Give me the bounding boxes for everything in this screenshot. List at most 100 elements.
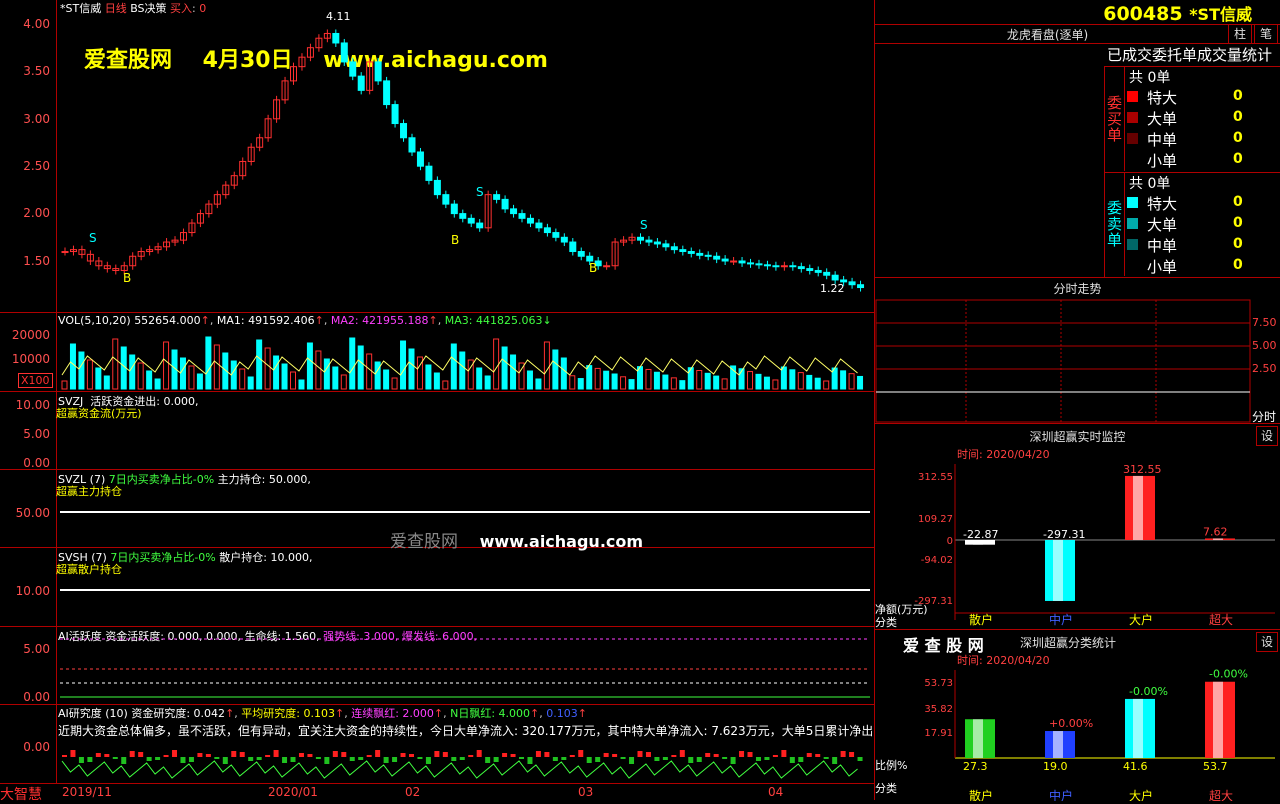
candle bbox=[391, 104, 399, 125]
research-bar bbox=[408, 754, 414, 757]
volume-bar bbox=[603, 370, 610, 390]
research-bar bbox=[155, 757, 161, 760]
bs-signal: S bbox=[476, 185, 484, 199]
volume-bar bbox=[687, 367, 694, 390]
ai-research-pane[interactable]: 0.00 AI研究度 (10) 资金研究度: 0.042↑, 平均研究度: 0.… bbox=[0, 705, 874, 784]
fenshi-tick: 2.50 bbox=[1252, 362, 1277, 375]
research-bar bbox=[78, 757, 84, 763]
candlestick-chart[interactable]: S B S B B S bbox=[0, 0, 874, 312]
research-bar bbox=[442, 752, 448, 757]
bar-change: -0.00% bbox=[1209, 668, 1248, 681]
volume-bar bbox=[696, 370, 703, 390]
lhb-header: 龙虎看盘(逐单) 柱 笔 bbox=[875, 24, 1280, 44]
research-bar bbox=[840, 751, 846, 757]
bar-mode-button[interactable]: 柱 bbox=[1228, 24, 1252, 44]
lhb-row: 中单 0 bbox=[1127, 235, 1277, 255]
volume-bar bbox=[230, 360, 237, 390]
svsh-pane[interactable]: 10.00 SVSH (7) 7日内买卖净占比-0% 散户持仓: 10.000,… bbox=[0, 548, 874, 627]
tick-mode-button[interactable]: 笔 bbox=[1254, 24, 1278, 44]
candle bbox=[662, 243, 670, 248]
research-bar bbox=[527, 757, 533, 764]
lhb-row-value: 0 bbox=[1233, 88, 1243, 104]
svzl-pane[interactable]: 50.00 SVZL (7) 7日内买卖净占比-0% 主力持仓: 50.000,… bbox=[0, 470, 874, 552]
lhb-row-value: 0 bbox=[1233, 194, 1243, 210]
research-bar bbox=[400, 753, 406, 757]
research-bar bbox=[620, 757, 626, 759]
research-bar bbox=[781, 750, 787, 757]
research-bar bbox=[315, 757, 321, 759]
volume-bar bbox=[577, 378, 584, 390]
research-bar bbox=[832, 757, 838, 764]
svzl-axis: 50.00 bbox=[0, 470, 57, 547]
date-label: 2020/01 bbox=[268, 785, 318, 799]
research-bar bbox=[425, 757, 431, 764]
candle bbox=[831, 274, 839, 281]
research-bar bbox=[146, 757, 152, 761]
volume-bar bbox=[137, 362, 144, 390]
volume-bar bbox=[391, 377, 398, 390]
bs-signal: B bbox=[451, 233, 459, 247]
fenshi-panel[interactable]: 分时走势 7.50 5.00 2.50 分时 bbox=[875, 277, 1280, 424]
research-bar bbox=[172, 750, 178, 757]
research-bar bbox=[569, 755, 575, 757]
candle bbox=[840, 279, 848, 283]
candle bbox=[450, 203, 458, 215]
volume-bar bbox=[366, 353, 373, 390]
ai-active-pane[interactable]: 5.00 0.00 AI活跃度 资金活跃度: 0.000, 0.000, 生命线… bbox=[0, 627, 874, 705]
volume-bar bbox=[61, 380, 68, 390]
volume-bar bbox=[560, 357, 567, 390]
research-bar bbox=[248, 757, 254, 761]
grid-frame bbox=[875, 299, 1251, 423]
research-bar bbox=[544, 752, 550, 757]
research-bar bbox=[332, 751, 338, 757]
research-bar bbox=[629, 757, 635, 764]
bs-signal: B bbox=[123, 271, 131, 285]
svzj-tick: 5.00 bbox=[23, 427, 50, 441]
volume-bar bbox=[332, 366, 339, 390]
lhb-row-value: 0 bbox=[1233, 236, 1243, 252]
monitor-bar-chart: 312.55109.270-94.02-297.31-22.87散户-297.3… bbox=[914, 463, 1275, 627]
lhb-row: 小单 0 bbox=[1127, 150, 1277, 170]
svzj-pane[interactable]: 10.00 5.00 0.00 SVZJ 活跃资金进出: 0.000, 超赢资金… bbox=[0, 392, 874, 470]
lhb-row-label: 小单 bbox=[1147, 258, 1178, 276]
category-label: 散户 bbox=[969, 788, 993, 801]
bar-value: 7.62 bbox=[1203, 525, 1228, 538]
volume-pane[interactable]: 20000 10000 X100 VOL(5,10,20) 552654.000… bbox=[0, 313, 874, 392]
kline-pane[interactable]: 4.00 3.50 3.00 2.50 2.00 1.50 *ST信威 日线 B… bbox=[0, 0, 874, 313]
research-bar bbox=[696, 757, 702, 762]
svzl-sub: 超赢主力持仓 bbox=[56, 485, 122, 498]
research-bar bbox=[713, 754, 719, 757]
monitor-tick: 0 bbox=[947, 536, 953, 547]
research-bar bbox=[324, 757, 330, 764]
bar-change: -0.00% bbox=[1129, 685, 1168, 698]
research-bar bbox=[688, 757, 694, 763]
volume-bar bbox=[298, 379, 305, 390]
monitor-panel[interactable]: 深圳超赢实时监控 设 时间: 2020/04/20 312.55 109.27 0-… bbox=[875, 423, 1280, 629]
lhb-row-label: 大单 bbox=[1147, 216, 1178, 234]
date-label: 04 bbox=[768, 785, 784, 799]
candle bbox=[501, 198, 509, 210]
volume-bar bbox=[653, 371, 660, 390]
candle bbox=[848, 281, 856, 286]
volume-bar bbox=[340, 374, 347, 390]
volume-bar bbox=[730, 365, 737, 390]
volume-bar bbox=[645, 368, 652, 390]
volume-bar bbox=[823, 380, 830, 390]
candle bbox=[747, 262, 755, 265]
research-bar bbox=[772, 755, 778, 757]
research-bar bbox=[823, 757, 829, 759]
research-bar bbox=[645, 752, 651, 757]
research-bar bbox=[485, 757, 491, 763]
research-bar bbox=[112, 757, 118, 759]
class-panel[interactable]: 爱 查 股 网 深圳超赢分类统计 设 时间: 2020/04/20 53.73 3… bbox=[875, 629, 1280, 801]
research-bar bbox=[349, 757, 355, 761]
volume-bar bbox=[112, 338, 119, 390]
candle bbox=[535, 222, 543, 229]
stock-code: 600485 bbox=[1103, 3, 1183, 25]
class-tick: 17.91 bbox=[924, 728, 953, 739]
research-bar bbox=[375, 750, 381, 757]
research-bar bbox=[87, 757, 93, 762]
candle bbox=[560, 236, 568, 243]
bar-highlight bbox=[1133, 475, 1143, 540]
volume-bar bbox=[620, 376, 627, 390]
